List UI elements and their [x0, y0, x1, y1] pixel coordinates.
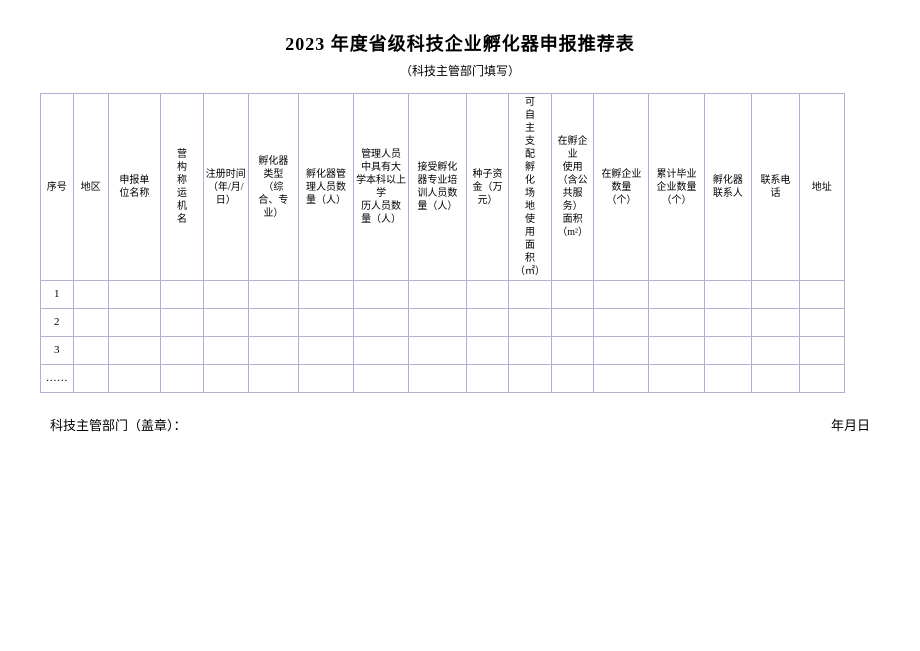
table-cell	[354, 309, 409, 337]
page-title: 2023 年度省级科技企业孵化器申报推荐表	[40, 30, 880, 56]
col-header-10: 可 自 主 支 配 孵 化 场 地 使 用 面 积 （㎡）	[509, 94, 552, 281]
table-cell	[354, 337, 409, 365]
table-cell	[594, 365, 649, 393]
table-cell	[409, 281, 467, 309]
table-cell	[248, 281, 298, 309]
table-cell	[704, 365, 752, 393]
col-header-5: 孵化器 类型 （综 合、专 业）	[248, 94, 298, 281]
table-cell	[704, 281, 752, 309]
table-cell	[203, 309, 248, 337]
table-cell	[466, 309, 509, 337]
table-cell	[649, 365, 704, 393]
table-cell	[466, 281, 509, 309]
table-cell	[409, 365, 467, 393]
table-cell	[354, 365, 409, 393]
table-cell	[509, 365, 552, 393]
table-cell	[649, 281, 704, 309]
table-cell	[649, 309, 704, 337]
main-table: 序号地区申报单 位名称营 构 称 运 机 名注册时间 （年/月/ 日）孵化器 类…	[40, 93, 880, 393]
table-cell	[551, 309, 594, 337]
table-cell	[704, 337, 752, 365]
col-header-6: 孵化器管 理人员数 量（人）	[298, 94, 353, 281]
table-cell	[161, 337, 204, 365]
footer: 科技主管部门（盖章）： 年月日	[40, 415, 880, 434]
table-cell	[108, 337, 161, 365]
table-cell	[704, 309, 752, 337]
col-header-11: 在孵企业 使用 （含公 共服务） 面积 （m²）	[551, 94, 594, 281]
page-subtitle: （科技主管部门填写）	[40, 62, 880, 79]
table-cell	[73, 281, 108, 309]
table-cell	[509, 281, 552, 309]
table-cell	[409, 309, 467, 337]
table-cell	[551, 281, 594, 309]
table-row: 2	[41, 309, 880, 337]
footer-right: 年月日	[831, 415, 870, 434]
table-cell	[799, 365, 844, 393]
col-header-13: 累计毕业 企业数量 （个）	[649, 94, 704, 281]
table-cell	[551, 337, 594, 365]
table-cell	[203, 365, 248, 393]
col-header-2: 申报单 位名称	[108, 94, 161, 281]
footer-left: 科技主管部门（盖章）：	[50, 415, 187, 434]
col-header-14: 孵化器 联系人	[704, 94, 752, 281]
table-cell: 1	[41, 281, 74, 309]
col-header-0: 序号	[41, 94, 74, 281]
table-cell	[298, 281, 353, 309]
table-cell	[248, 365, 298, 393]
table-cell	[752, 281, 800, 309]
table-cell	[551, 365, 594, 393]
table-cell	[752, 365, 800, 393]
table-cell	[509, 309, 552, 337]
table-cell	[203, 281, 248, 309]
table-cell	[799, 281, 844, 309]
table-cell	[354, 281, 409, 309]
table-cell	[73, 337, 108, 365]
table-cell	[108, 281, 161, 309]
col-header-16: 地址	[799, 94, 844, 281]
table-row: 1	[41, 281, 880, 309]
table-cell	[248, 337, 298, 365]
table-cell	[108, 365, 161, 393]
table-cell	[108, 309, 161, 337]
table-header-row: 序号地区申报单 位名称营 构 称 运 机 名注册时间 （年/月/ 日）孵化器 类…	[41, 94, 880, 281]
table-cell: 3	[41, 337, 74, 365]
col-header-7: 管理人员 中具有大 学本科以上学 历人员数 量（人）	[354, 94, 409, 281]
table-cell	[73, 365, 108, 393]
table-cell	[161, 309, 204, 337]
table-cell	[203, 337, 248, 365]
table-cell	[73, 309, 108, 337]
table-cell	[594, 337, 649, 365]
table-cell	[409, 337, 467, 365]
col-header-15: 联系电 话	[752, 94, 800, 281]
table-cell	[466, 337, 509, 365]
table-cell: 2	[41, 309, 74, 337]
table-cell	[752, 337, 800, 365]
table-cell	[466, 365, 509, 393]
table-cell	[161, 365, 204, 393]
table-cell	[594, 281, 649, 309]
table-cell	[248, 309, 298, 337]
table-cell	[649, 337, 704, 365]
col-header-8: 接受孵化 器专业培 训人员数 量（人）	[409, 94, 467, 281]
col-header-1: 地区	[73, 94, 108, 281]
table-cell	[509, 337, 552, 365]
table-row: ……	[41, 365, 880, 393]
col-header-9: 种子资 金（万 元）	[466, 94, 509, 281]
table-cell	[298, 309, 353, 337]
table-cell	[799, 337, 844, 365]
table-cell	[799, 309, 844, 337]
col-header-4: 注册时间 （年/月/ 日）	[203, 94, 248, 281]
table-cell	[161, 281, 204, 309]
table-cell	[594, 309, 649, 337]
table-cell	[298, 337, 353, 365]
table-cell	[298, 365, 353, 393]
table-cell: ……	[41, 365, 74, 393]
col-header-3: 营 构 称 运 机 名	[161, 94, 204, 281]
col-header-12: 在孵企业 数量 （个）	[594, 94, 649, 281]
table-cell	[752, 309, 800, 337]
table-row: 3	[41, 337, 880, 365]
